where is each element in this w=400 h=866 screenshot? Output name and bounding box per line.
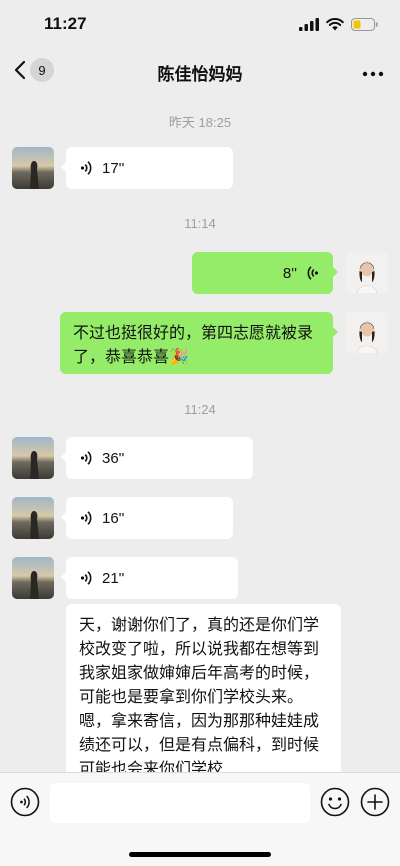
message-input-bar <box>0 772 400 866</box>
voice-transcript-bubble[interactable]: 天，谢谢你们了，真的还是你们学校改变了啦，所以说我都在想等到我家姐家做婶婶后年高… <box>66 604 341 772</box>
voice-wave-icon <box>80 511 92 525</box>
contact-avatar[interactable] <box>12 147 54 189</box>
back-button[interactable]: 9 <box>14 58 54 82</box>
voice-message-bubble[interactable]: 16'' <box>61 497 233 539</box>
timestamp: 11:14 <box>184 216 216 231</box>
plus-circle-icon <box>360 787 390 817</box>
contact-avatar[interactable] <box>12 437 54 479</box>
voice-mode-icon <box>10 787 40 817</box>
voice-message-bubble[interactable]: 17'' <box>61 147 233 189</box>
contact-avatar[interactable] <box>12 497 54 539</box>
battery-icon <box>351 17 378 31</box>
timestamp: 11:24 <box>184 402 216 417</box>
more-options-button[interactable] <box>362 62 384 81</box>
voice-message-bubble[interactable]: 36'' <box>61 437 253 479</box>
status-icons <box>299 17 378 31</box>
voice-wave-icon <box>307 266 319 280</box>
status-bar: 11:27 <box>0 0 400 48</box>
text-message-bubble[interactable]: 不过也挺很好的，第四志愿就被录了，恭喜恭喜🎉 <box>60 312 338 374</box>
emoji-button[interactable] <box>320 787 350 817</box>
voice-duration: 17'' <box>102 159 125 177</box>
timestamp: 昨天 18:25 <box>168 115 232 130</box>
chevron-left-icon <box>14 60 26 80</box>
status-time: 11:27 <box>44 14 87 33</box>
voice-message-bubble[interactable]: 8'' <box>192 252 338 294</box>
voice-duration: 21'' <box>102 569 125 587</box>
voice-wave-icon <box>80 161 92 175</box>
voice-wave-icon <box>80 571 92 585</box>
home-indicator <box>129 852 271 857</box>
more-dots-icon <box>362 71 384 77</box>
contact-avatar[interactable] <box>12 557 54 599</box>
voice-message-bubble[interactable]: 21'' <box>61 557 238 599</box>
chat-header: 9 陈佳怡妈妈 <box>0 48 400 94</box>
unread-count-badge: 9 <box>30 58 54 82</box>
voice-wave-icon <box>80 451 92 465</box>
wifi-icon <box>326 17 344 30</box>
signal-icon <box>299 17 319 31</box>
message-input[interactable] <box>50 783 310 823</box>
voice-input-button[interactable] <box>10 787 40 817</box>
voice-duration: 16'' <box>102 509 125 527</box>
more-actions-button[interactable] <box>360 787 390 817</box>
chat-title: 陈佳怡妈妈 <box>157 65 243 85</box>
emoji-smile-icon <box>320 787 350 817</box>
voice-duration: 8'' <box>282 264 297 282</box>
chat-message-list[interactable]: 昨天 18:25 17'' 11:14 8'' 不过也挺很好的，第四志愿就被录了… <box>0 94 400 772</box>
my-avatar[interactable] <box>346 252 388 294</box>
voice-duration: 36'' <box>102 449 125 467</box>
my-avatar[interactable] <box>346 312 388 354</box>
